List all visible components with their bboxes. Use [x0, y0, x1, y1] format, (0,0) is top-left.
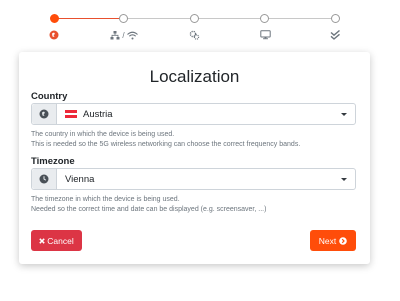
check-double-icon: [330, 30, 340, 40]
cancel-label: Cancel: [47, 235, 74, 246]
chevron-down-icon: [341, 112, 347, 116]
step-icon-finish: [322, 28, 348, 42]
chevron-down-icon: [341, 177, 347, 181]
step-dot-network[interactable]: [119, 14, 128, 23]
country-help: The country in which the device is being…: [31, 130, 300, 150]
timezone-select-body: Vienna: [57, 169, 341, 189]
timezone-value: Vienna: [65, 173, 95, 185]
country-select-body: Austria: [57, 104, 341, 124]
globe-icon: [39, 109, 49, 119]
clock-icon: [39, 174, 49, 184]
step-icon-settings: [181, 28, 207, 42]
step-dot-finish[interactable]: [331, 14, 340, 23]
timezone-help-line: Needed so the correct time and date can …: [31, 206, 267, 213]
country-value: Austria: [83, 108, 113, 120]
country-help-line: This is needed so the 5G wireless networ…: [31, 141, 301, 148]
country-prefix: [32, 104, 57, 124]
step-connector: [56, 18, 124, 19]
country-label: Country: [31, 91, 68, 102]
timezone-help: The timezone in which the device is bein…: [31, 195, 266, 215]
step-separator: /: [122, 30, 125, 40]
step-connector: [124, 18, 195, 19]
step-connector: [265, 18, 336, 19]
timezone-help-line: The timezone in which the device is bein…: [31, 196, 180, 203]
austria-flag-icon: [65, 110, 77, 119]
step-icon-display: [252, 28, 278, 42]
page-title: Localization: [149, 67, 240, 86]
network-icon: [110, 30, 120, 39]
settings-icon: [189, 30, 199, 40]
country-help-line: The country in which the device is being…: [31, 131, 175, 138]
wifi-icon: [126, 31, 138, 39]
monitor-icon: [259, 30, 271, 40]
wizard-stepper: /: [0, 0, 400, 48]
step-dot-display[interactable]: [260, 14, 269, 23]
next-label: Next: [318, 235, 337, 246]
timezone-label: Timezone: [31, 156, 75, 167]
timezone-prefix: [32, 169, 57, 189]
next-button[interactable]: Next: [310, 230, 356, 251]
cancel-button[interactable]: Cancel: [31, 230, 82, 251]
step-icon-localization: [41, 28, 67, 42]
close-icon: [39, 237, 45, 244]
globe-icon: [49, 30, 59, 40]
chevron-right-circle-icon: [339, 236, 348, 245]
country-select[interactable]: Austria: [31, 103, 356, 125]
step-dot-settings[interactable]: [190, 14, 199, 23]
localization-card: Localization Country Austria The country…: [19, 52, 370, 264]
step-connector: [195, 18, 265, 19]
step-dot-localization[interactable]: [50, 14, 59, 23]
timezone-select[interactable]: Vienna: [31, 168, 356, 190]
step-icon-network: /: [104, 28, 144, 42]
